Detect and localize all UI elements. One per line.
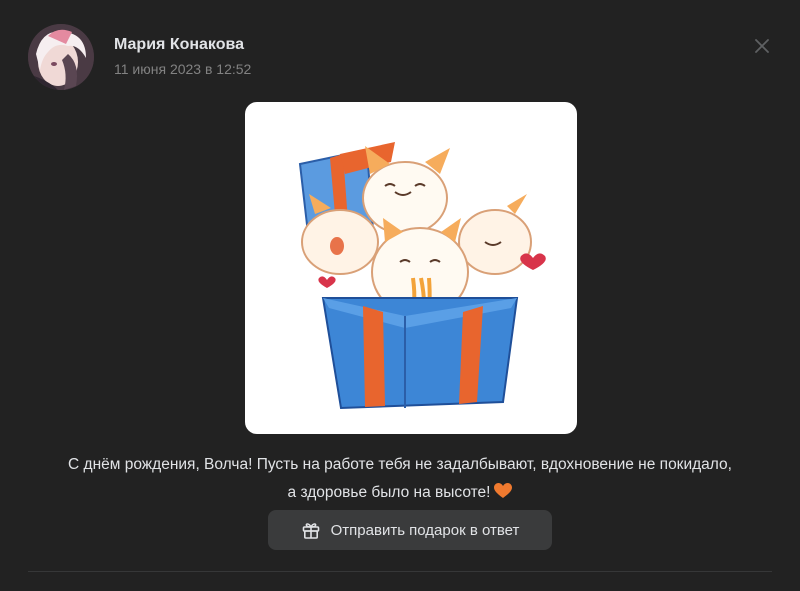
send-gift-in-reply-button[interactable]: Отправить подарок в ответ <box>268 510 552 550</box>
gift-icon <box>302 523 319 539</box>
message-line-1: С днём рождения, Волча! Пусть на работе … <box>68 456 732 473</box>
orange-heart-icon <box>494 483 513 498</box>
post-header: Мария Конакова 11 июня 2023 в 12:52 <box>28 24 772 90</box>
gift-box-cats-illustration <box>298 142 546 410</box>
close-button[interactable] <box>750 34 774 58</box>
avatar[interactable] <box>28 24 94 90</box>
close-icon <box>755 39 769 53</box>
avatar-image <box>28 24 94 90</box>
message-line-2-wrapper: а здоровье было на высоте! <box>20 479 780 507</box>
post-date[interactable]: 11 июня 2023 в 12:52 <box>114 61 251 77</box>
gift-image[interactable] <box>245 102 577 434</box>
message-line-2: а здоровье было на высоте! <box>287 484 491 501</box>
gift-message: С днём рождения, Волча! Пусть на работе … <box>20 451 780 507</box>
divider <box>28 571 772 572</box>
send-gift-in-reply-label: Отправить подарок в ответ <box>330 521 520 539</box>
author-name[interactable]: Мария Конакова <box>114 36 244 54</box>
